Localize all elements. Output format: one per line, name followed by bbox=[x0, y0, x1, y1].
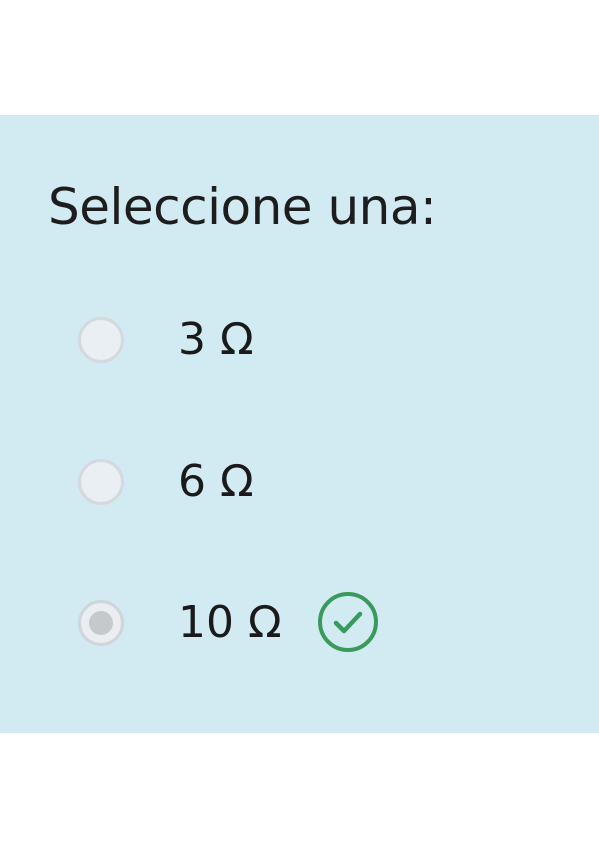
option-label: 10 Ω bbox=[178, 597, 282, 648]
radio-button[interactable] bbox=[78, 317, 124, 363]
option-label: 6 Ω bbox=[178, 456, 254, 507]
option-label: 3 Ω bbox=[178, 314, 254, 365]
radio-button[interactable] bbox=[78, 459, 124, 505]
radio-button-selected[interactable] bbox=[78, 600, 124, 646]
question-prompt: Seleccione una: bbox=[48, 178, 437, 236]
radio-dot bbox=[89, 611, 113, 635]
check-circle-icon bbox=[315, 589, 381, 655]
